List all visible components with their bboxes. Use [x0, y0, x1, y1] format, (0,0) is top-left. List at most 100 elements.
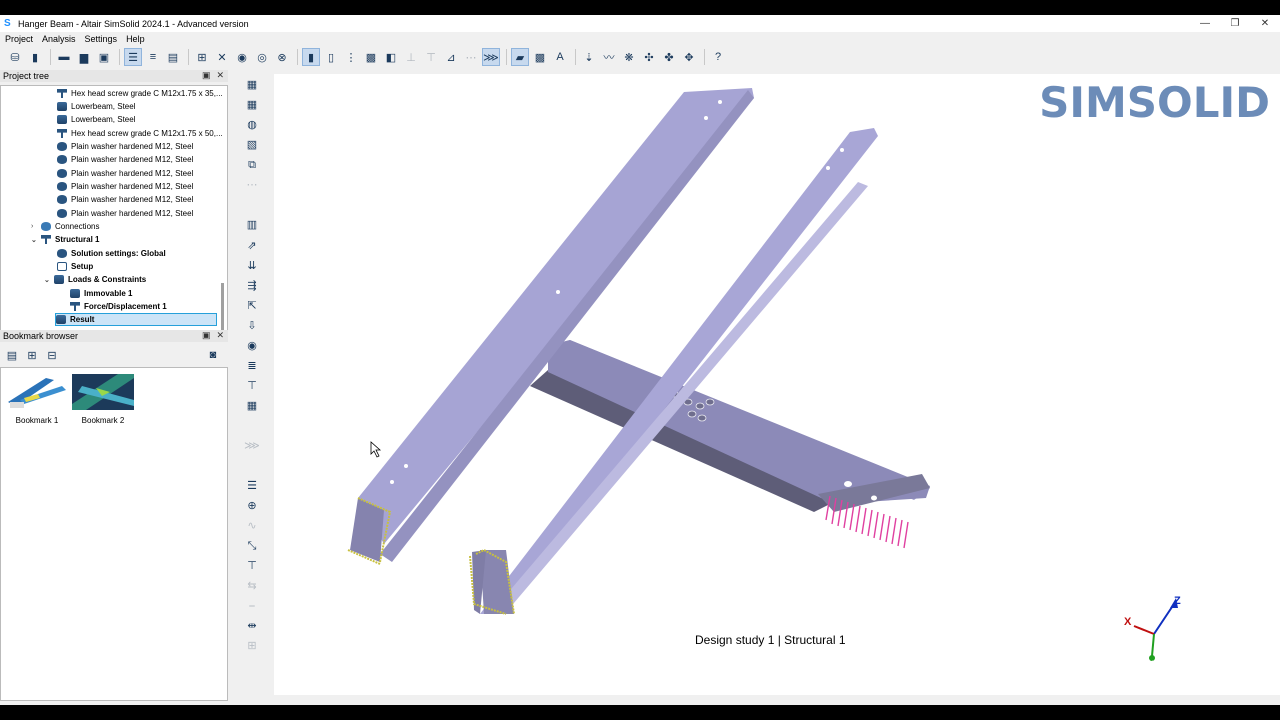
- tree-item[interactable]: Plain washer hardened M12, Steel: [57, 180, 193, 193]
- mesh-view-icon[interactable]: ⋮: [342, 48, 360, 66]
- contact-icon[interactable]: ⧉: [244, 158, 260, 172]
- results-table-icon[interactable]: ⊤: [244, 559, 260, 573]
- tree-item-label: Immovable 1: [84, 289, 133, 298]
- float-icon[interactable]: ▣: [202, 70, 211, 81]
- hydrostatic-icon[interactable]: ≣: [244, 359, 260, 373]
- force-load-icon[interactable]: ⇗: [244, 239, 260, 253]
- tree-item[interactable]: Plain washer hardened M12, Steel: [57, 207, 193, 220]
- adapt-icon[interactable]: ✤: [660, 48, 678, 66]
- window-title: Hanger Beam - Altair SimSolid 2024.1 - A…: [18, 18, 249, 29]
- help-icon[interactable]: ?: [709, 48, 727, 66]
- remote-load-icon[interactable]: ⇱: [244, 299, 260, 313]
- tree-item-label: Solution settings: Global: [71, 249, 166, 258]
- remove-bookmark-icon[interactable]: ⊟: [43, 346, 61, 364]
- explode-icon[interactable]: ⊿: [442, 48, 460, 66]
- menu-help[interactable]: Help: [126, 34, 145, 44]
- menu-project[interactable]: Project: [5, 34, 33, 44]
- tree-item[interactable]: Plain washer hardened M12, Steel: [57, 140, 193, 153]
- bolt-connection-icon[interactable]: ▦: [244, 98, 260, 112]
- import-icon[interactable]: ⇣: [580, 48, 598, 66]
- tree-item-label: Plain washer hardened M12, Steel: [71, 195, 194, 204]
- animation-icon: ⇆: [247, 580, 257, 592]
- transparent-view-icon[interactable]: ▩: [362, 48, 380, 66]
- annotation-icon[interactable]: A: [551, 48, 569, 66]
- tree-item[interactable]: Plain washer hardened M12, Steel: [57, 193, 193, 206]
- edges-view-icon[interactable]: ◧: [382, 48, 400, 66]
- refine-icon[interactable]: ✣: [640, 48, 658, 66]
- close-button[interactable]: ✕: [1250, 15, 1280, 32]
- material-color-icon[interactable]: ▩: [531, 48, 549, 66]
- list-view-icon[interactable]: ≡: [144, 48, 162, 66]
- tree-item[interactable]: Lowerbeam, Steel: [57, 100, 135, 113]
- bonded-connection-icon[interactable]: ▦: [244, 78, 260, 92]
- menu-analysis[interactable]: Analysis: [42, 34, 76, 44]
- tree-item-structural[interactable]: ⌄ Structural 1: [31, 233, 99, 246]
- tree-item-force[interactable]: Force/Displacement 1: [70, 300, 167, 313]
- tree-item-solution-settings[interactable]: Solution settings: Global: [57, 247, 166, 260]
- hide-icon[interactable]: ⊗: [273, 48, 291, 66]
- tree-item[interactable]: Hex head screw grade C M12x1.75 x 50,...: [57, 127, 223, 140]
- camera-icon[interactable]: ◙: [204, 346, 222, 364]
- maximize-button[interactable]: ❐: [1220, 15, 1250, 32]
- deform-icon[interactable]: 〰: [600, 48, 618, 66]
- probe-result-icon[interactable]: ⊕: [244, 499, 260, 513]
- tree-item[interactable]: Plain washer hardened M12, Steel: [57, 167, 193, 180]
- pressure-icon[interactable]: ⇊: [244, 259, 260, 273]
- close-panel-icon[interactable]: ✕: [216, 330, 224, 341]
- bookmark-item[interactable]: Bookmark 1: [5, 374, 69, 425]
- menu-settings[interactable]: Settings: [85, 34, 118, 44]
- expand-icon[interactable]: ›: [31, 223, 41, 230]
- tree-view-icon[interactable]: ☰: [124, 48, 142, 66]
- tree-scrollbar[interactable]: [221, 283, 224, 331]
- enforced-displacement-icon[interactable]: ▦: [244, 399, 260, 413]
- bookmark-thumbnail: [6, 374, 68, 410]
- archive-icon[interactable]: ▤: [164, 48, 182, 66]
- add-bookmark-icon[interactable]: ⊞: [23, 346, 41, 364]
- compare-icon[interactable]: ⇹: [244, 619, 260, 633]
- new-file-icon[interactable]: ▮: [26, 48, 44, 66]
- show-all-icon[interactable]: ◎: [253, 48, 271, 66]
- tree-item[interactable]: Hex head screw grade C M12x1.75 x 35,...: [57, 87, 223, 100]
- tree-item-result[interactable]: Result: [55, 313, 217, 326]
- open-project-icon[interactable]: ▬: [55, 48, 73, 66]
- collapse-icon[interactable]: ⌄: [44, 276, 54, 284]
- section-icon[interactable]: ✕: [213, 48, 231, 66]
- tree-item[interactable]: Lowerbeam, Steel: [57, 113, 135, 126]
- mesh-settings-icon[interactable]: ❋: [620, 48, 638, 66]
- tree-item-connections[interactable]: › Connections: [31, 220, 99, 233]
- minimize-button[interactable]: —: [1190, 15, 1220, 32]
- close-panel-icon[interactable]: ✕: [216, 70, 224, 81]
- part-color-icon[interactable]: ▰: [511, 48, 529, 66]
- immovable-support-icon[interactable]: ▥: [244, 218, 260, 232]
- show-icon[interactable]: ◉: [233, 48, 251, 66]
- washer-icon: [57, 155, 67, 164]
- results-plot-icon[interactable]: ☰: [244, 479, 260, 493]
- result-icon: [56, 315, 66, 324]
- bearing-load-icon[interactable]: ⇶: [244, 279, 260, 293]
- bookmark-list-icon[interactable]: ▤: [3, 346, 21, 364]
- tree-item-label: Connections: [55, 222, 100, 231]
- float-icon[interactable]: ▣: [202, 330, 211, 341]
- deformed-shape-icon[interactable]: ⤡: [244, 539, 260, 553]
- view-select-icon[interactable]: ⊞: [193, 48, 211, 66]
- spread-icon[interactable]: ✥: [680, 48, 698, 66]
- tree-item-setup[interactable]: Setup: [57, 260, 93, 273]
- connections-view-icon[interactable]: ⋙: [482, 48, 500, 66]
- collapse-icon[interactable]: ⌄: [31, 236, 41, 244]
- bookmark-item[interactable]: Bookmark 2: [71, 374, 135, 425]
- gravity-icon[interactable]: ⇩: [244, 319, 260, 333]
- wireframe-view-icon[interactable]: ▯: [322, 48, 340, 66]
- model-viewport[interactable]: Z X Y SIMSOLID Design study 1 | Structur…: [274, 74, 1280, 695]
- bolt-preload-icon[interactable]: ⊤: [244, 379, 260, 393]
- database-icon[interactable]: ⛁: [6, 48, 24, 66]
- washer-icon: [57, 142, 67, 151]
- thermal-load-icon[interactable]: ◉: [244, 339, 260, 353]
- spot-weld-icon[interactable]: ▧: [244, 138, 260, 152]
- tree-item-immovable[interactable]: Immovable 1: [70, 287, 132, 300]
- tree-item[interactable]: Plain washer hardened M12, Steel: [57, 153, 193, 166]
- save-icon[interactable]: ▣: [95, 48, 113, 66]
- shaded-view-icon[interactable]: ▮: [302, 48, 320, 66]
- open-folder-icon[interactable]: ▆: [75, 48, 93, 66]
- weld-icon[interactable]: ◍: [244, 118, 260, 132]
- tree-item-loads[interactable]: ⌄ Loads & Constraints: [44, 273, 146, 286]
